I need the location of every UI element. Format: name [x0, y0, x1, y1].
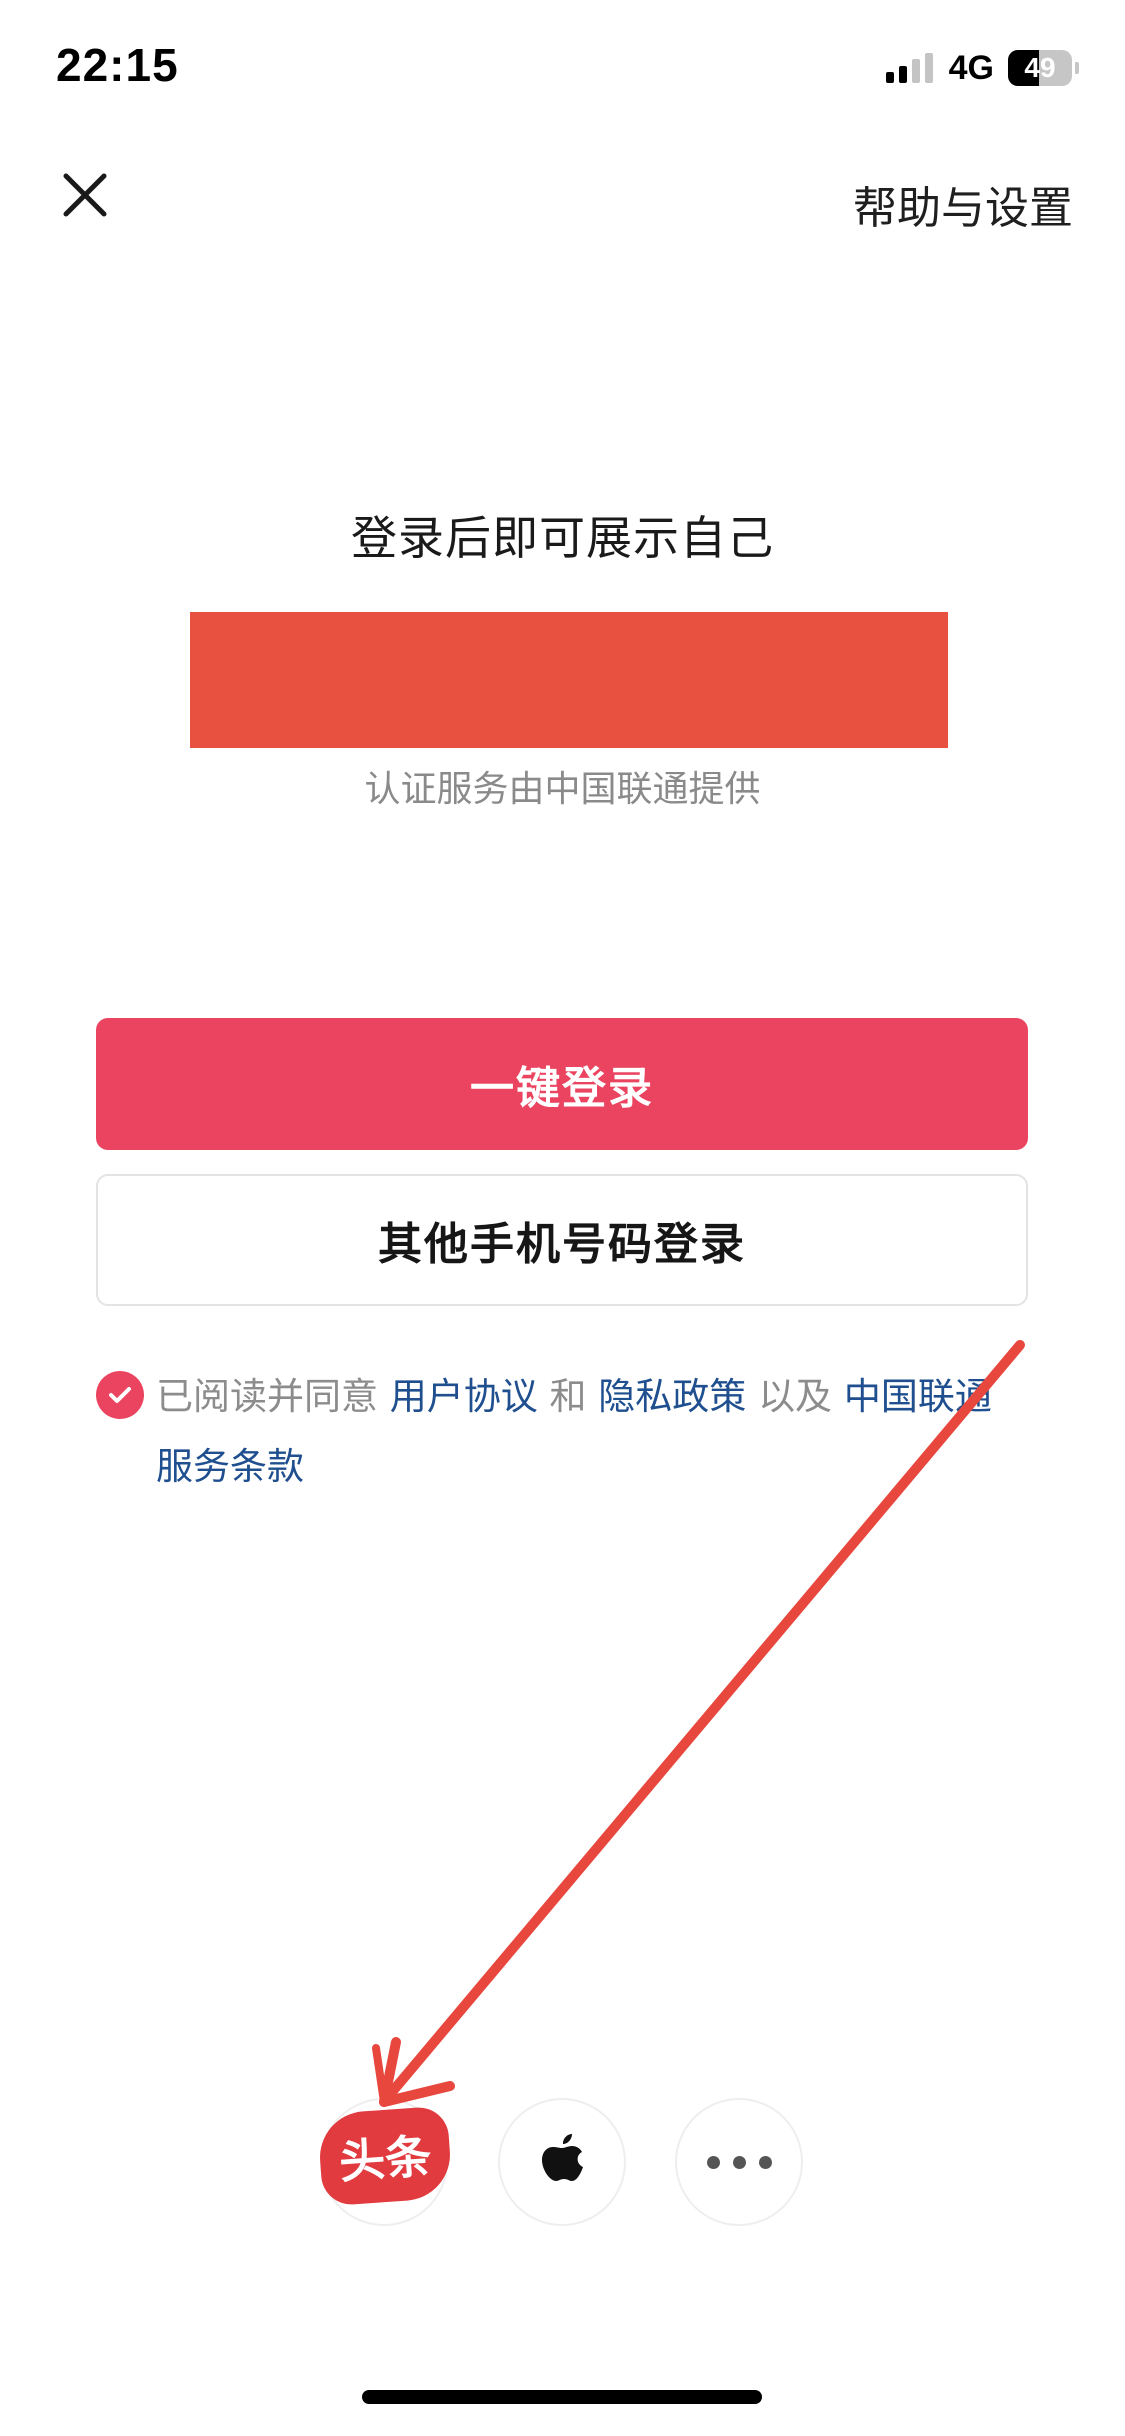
status-time: 22:15 — [56, 39, 179, 91]
toutiao-logo[interactable]: 头条 — [316, 2105, 454, 2207]
battery-cap — [1075, 62, 1079, 74]
other-phone-login-button[interactable]: 其他手机号码登录 — [96, 1174, 1028, 1306]
signal-icon — [885, 53, 933, 83]
close-icon — [63, 173, 107, 217]
agreement-prefix: 已阅读并同意 — [156, 1375, 378, 1418]
agreement-text: 已阅读并同意 用户协议 和 隐私政策 以及 中国联通服务条款 — [156, 1362, 1016, 1502]
apple-icon — [542, 2134, 583, 2181]
checkmark-icon — [109, 1387, 131, 1403]
more-icon — [706, 2155, 772, 2169]
help-settings-link[interactable]: 帮助与设置 — [853, 172, 1073, 236]
agreement-and: 和 — [549, 1375, 587, 1418]
privacy-policy-link[interactable]: 隐私政策 — [598, 1375, 746, 1418]
apple-login-button[interactable] — [498, 2098, 626, 2226]
agreement-also: 以及 — [758, 1375, 833, 1418]
provider-note: 认证服务由中国联通提供 — [364, 769, 761, 810]
login-screen: 22:15 4G 49 帮助与设置 登录后即可展示自己 认证服务由中国联通提供 … — [0, 0, 1125, 2436]
more-login-options-button[interactable] — [675, 2098, 803, 2226]
battery-level: 49 — [1024, 52, 1056, 83]
masked-phone-number — [190, 612, 948, 748]
status-indicators: 4G 49 — [885, 48, 1079, 88]
agreement-checkbox[interactable] — [96, 1371, 144, 1419]
toutiao-label: 头条 — [337, 2128, 433, 2190]
home-indicator — [362, 2390, 762, 2404]
login-prompt: 登录后即可展示自己 — [351, 511, 774, 565]
one-click-login-button[interactable]: 一键登录 — [96, 1018, 1028, 1150]
close-button[interactable] — [50, 160, 120, 230]
network-type: 4G — [948, 48, 994, 87]
battery-icon: 49 — [1008, 50, 1072, 86]
user-agreement-link[interactable]: 用户协议 — [390, 1375, 538, 1418]
